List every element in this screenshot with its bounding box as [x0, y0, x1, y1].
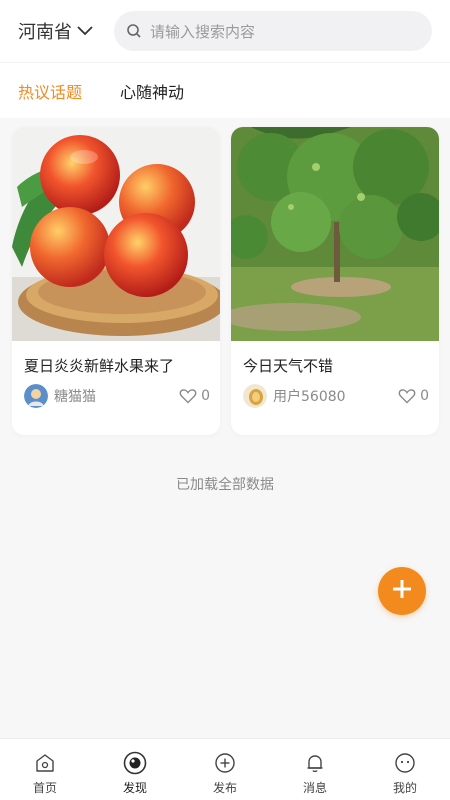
nav-discover[interactable]: 发现 [90, 739, 180, 800]
like-button[interactable]: 0 [179, 388, 210, 404]
publish-icon [214, 751, 236, 775]
nav-publish-label: 发布 [212, 781, 237, 795]
post-author[interactable]: 用户56080 [273, 386, 398, 406]
topic-tabs: 热议话题 心随神动 [0, 62, 450, 118]
post-image-peaches [12, 127, 220, 341]
search-icon [126, 23, 142, 39]
bottom-nav: 首页 发现 发布 消息 我的 [0, 738, 450, 800]
region-label: 河南省 [18, 22, 72, 43]
post-meta: 糖猫猫 0 [24, 383, 210, 409]
post-image-tree [231, 127, 439, 341]
top-bar: 河南省 请输入搜索内容 [0, 0, 450, 62]
region-selector[interactable]: 河南省 [18, 18, 114, 44]
search-input[interactable]: 请输入搜索内容 [114, 11, 432, 51]
post-card[interactable]: 夏日炎炎新鲜水果来了 糖猫猫 0 [12, 127, 220, 435]
add-post-button[interactable] [378, 567, 426, 615]
search-placeholder: 请输入搜索内容 [150, 22, 256, 41]
like-count: 0 [201, 388, 210, 404]
home-icon [34, 751, 56, 775]
heart-icon [398, 388, 416, 404]
like-button[interactable]: 0 [398, 388, 429, 404]
nav-messages-label: 消息 [302, 781, 327, 795]
load-status-text: 已加载全部数据 [176, 477, 274, 493]
chevron-down-icon [76, 25, 94, 37]
post-meta: 用户56080 0 [243, 383, 429, 409]
post-title: 今日天气不错 [243, 357, 334, 375]
plus-icon [390, 577, 414, 605]
post-author[interactable]: 糖猫猫 [54, 386, 179, 406]
avatar[interactable] [24, 384, 48, 408]
like-count: 0 [420, 388, 429, 404]
discover-icon [123, 751, 147, 775]
tab-follow-heart[interactable]: 心随神动 [120, 79, 184, 103]
tab-hot-topics[interactable]: 热议话题 [18, 79, 82, 103]
nav-publish[interactable]: 发布 [180, 739, 270, 800]
nav-profile[interactable]: 我的 [360, 739, 450, 800]
post-title: 夏日炎炎新鲜水果来了 [24, 357, 175, 375]
heart-icon [179, 388, 197, 404]
nav-messages[interactable]: 消息 [270, 739, 360, 800]
post-card[interactable]: 今日天气不错 用户56080 0 [231, 127, 439, 435]
profile-icon [394, 751, 416, 775]
nav-home-label: 首页 [32, 781, 57, 795]
nav-discover-label: 发现 [122, 781, 147, 795]
nav-profile-label: 我的 [392, 781, 417, 795]
nav-home[interactable]: 首页 [0, 739, 90, 800]
avatar[interactable] [243, 384, 267, 408]
bell-icon [304, 751, 326, 775]
